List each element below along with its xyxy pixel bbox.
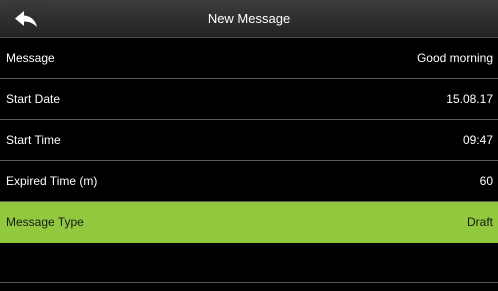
row-value: Good morning [416, 51, 493, 65]
row-label: Expired Time (m) [6, 174, 98, 188]
row-value: Draft [466, 215, 493, 229]
row-label: Message Type [6, 215, 84, 229]
row-value: 15.08.17 [446, 92, 493, 106]
row-start-date[interactable]: Start Date 15.08.17 [0, 79, 498, 120]
row-value: 09:47 [462, 133, 493, 147]
row-start-time[interactable]: Start Time 09:47 [0, 120, 498, 161]
back-button[interactable] [5, 4, 47, 33]
row-message-type[interactable]: Message Type Draft [0, 202, 498, 243]
row-value: 60 [479, 174, 493, 188]
row-expired-time[interactable]: Expired Time (m) 60 [0, 161, 498, 202]
row-message[interactable]: Message Good morning [0, 38, 498, 79]
row-label: Message [6, 51, 55, 65]
back-arrow-icon [15, 10, 37, 27]
row-label: Start Time [6, 133, 61, 147]
empty-row [0, 243, 498, 283]
title-bar: New Message [0, 0, 498, 38]
row-label: Start Date [6, 92, 61, 106]
settings-list: Message Good morning Start Date 15.08.17… [0, 38, 498, 283]
page-title: New Message [207, 11, 291, 26]
screen: New Message Message Good morning Start D… [0, 0, 498, 291]
